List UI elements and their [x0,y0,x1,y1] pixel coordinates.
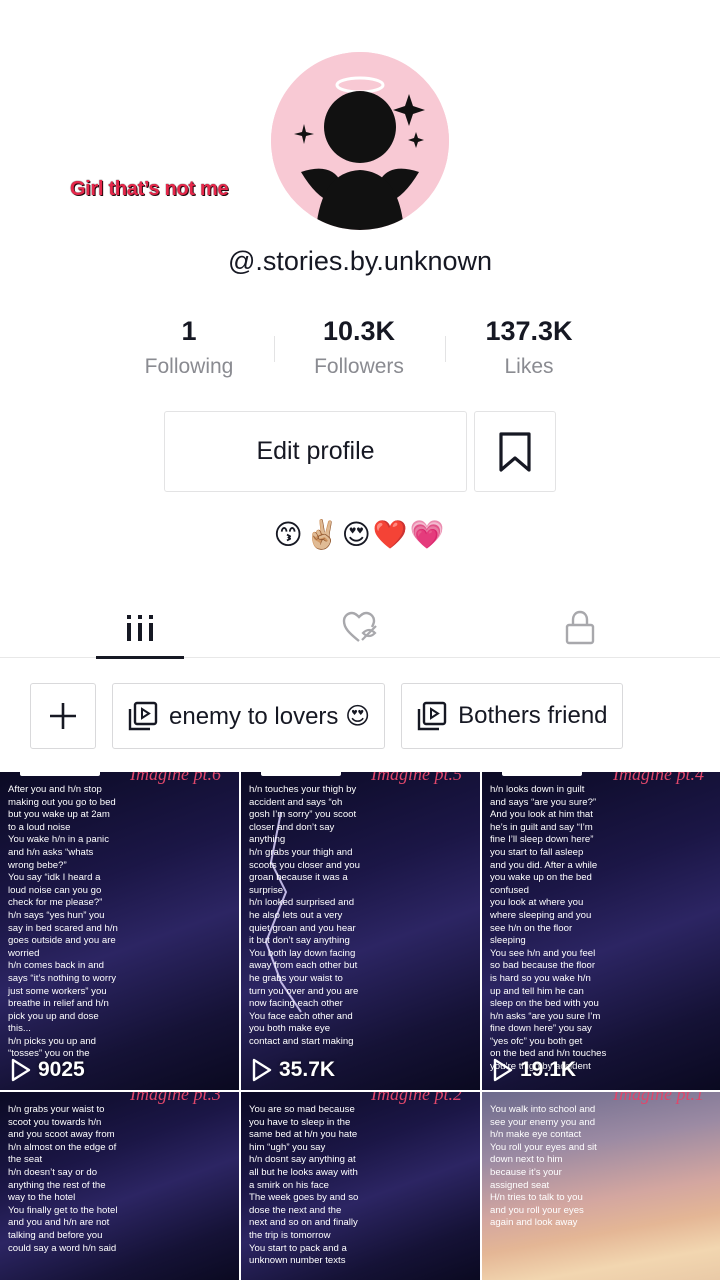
view-count-value: 9025 [38,1058,85,1081]
liked-hidden-icon [342,611,377,642]
video-story-text: h/n looks down in guilt and says “are yo… [490,784,607,1073]
view-count-value: 19.1K [520,1058,577,1081]
following-label: Following [144,355,234,378]
stat-following[interactable]: 1 Following [104,316,274,386]
thumbnail-bar [20,772,100,776]
bookmark-icon [499,431,531,472]
avatar[interactable] [271,52,449,230]
stat-divider [445,336,446,362]
video-thumbnail[interactable]: Imagine pt.2 You are so mad because you … [241,1092,480,1280]
video-thumbnail[interactable]: Imagine pt.3 h/n grabs your waist to sco… [0,1092,239,1280]
playlist-icon [128,701,158,731]
video-story-text: h/n grabs your waist to scoot you toward… [8,1104,118,1254]
view-count: 9025 [10,1058,85,1082]
playlist-chip[interactable]: enemy to lovers 😍 [112,683,386,749]
play-icon [11,1058,31,1082]
stat-likes[interactable]: 137.3K Likes [444,316,614,386]
video-thumbnail[interactable]: Imagine pt.1 You walk into school and se… [482,1092,720,1280]
view-count-value: 35.7K [279,1058,336,1081]
following-count: 1 [181,316,197,346]
play-icon [493,1058,513,1082]
video-thumbnail[interactable]: Imagine pt.4 h/n looks down in guilt and… [482,772,720,1090]
angel-silhouette-icon [271,52,449,230]
playlist-row: enemy to lovers 😍 Bothers friend [30,683,623,749]
view-count: 35.7K [251,1058,335,1082]
followers-count: 10.3K [322,316,396,346]
video-story-text: After you and h/n stop making out you go… [8,784,118,1060]
followers-label: Followers [314,355,404,378]
video-grid: Imagine pt.6 After you and h/n stop maki… [0,772,720,1280]
tab-private[interactable] [536,598,624,658]
video-story-text: You walk into school and see your enemy … [490,1104,597,1229]
edit-profile-button[interactable]: Edit profile [164,411,467,492]
video-thumbnail[interactable]: Imagine pt.5 h/n touches your thigh by a… [241,772,480,1090]
playlist-chip[interactable]: Bothers friend [401,683,623,749]
tab-videos[interactable] [96,598,184,659]
video-thumbnail[interactable]: Imagine pt.6 After you and h/n stop maki… [0,772,239,1090]
bio-emojis: 😙✌🏼😍❤️💗 [273,519,447,550]
stat-followers[interactable]: 10.3K Followers [274,316,444,386]
profile-stats: 1 Following 10.3K Followers 137.3K Likes [104,316,616,386]
playlist-label: enemy to lovers 😍 [169,702,371,730]
playlist-label: Bothers friend [458,702,608,729]
bookmark-button[interactable] [474,411,556,492]
video-story-text: h/n touches your thigh by accident and s… [249,784,360,1047]
thumbnail-bar [502,772,582,776]
likes-count: 137.3K [485,316,573,346]
video-story-text: You are so mad because you have to sleep… [249,1104,359,1267]
stat-divider [274,336,275,362]
view-count: 19.1K [492,1058,576,1082]
add-playlist-button[interactable] [30,683,96,749]
likes-label: Likes [504,355,554,378]
profile-tabs [0,598,720,659]
plus-icon [50,703,76,729]
tab-liked[interactable] [316,598,404,658]
playlist-icon [417,701,447,731]
lock-icon [565,610,595,645]
grid-icon [127,615,153,641]
caption-overlay: Girl that’s not me [70,178,229,200]
play-icon [252,1058,272,1082]
thumbnail-bar [261,772,341,776]
username: @.stories.by.unknown [227,246,493,276]
